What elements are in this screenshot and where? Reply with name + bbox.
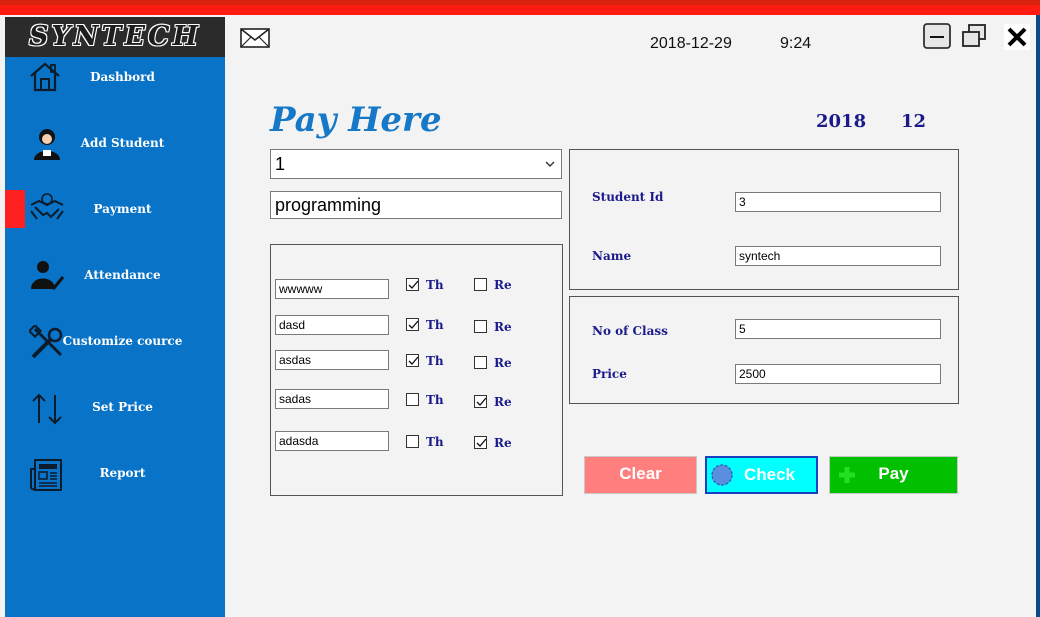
class-name-input[interactable]	[275, 315, 389, 335]
pay-button-label: Pay	[878, 464, 909, 483]
th-checkbox[interactable]	[406, 354, 419, 367]
checkmark-icon	[408, 280, 419, 289]
current-date: 2018-12-29	[650, 35, 732, 52]
close-button[interactable]	[1003, 23, 1031, 51]
class-name-input[interactable]	[275, 279, 389, 299]
verified-badge-icon	[711, 464, 733, 486]
th-label: Th	[426, 393, 444, 407]
price-field[interactable]	[735, 364, 941, 384]
minimize-button[interactable]	[922, 23, 952, 49]
pay-button[interactable]: Pay	[829, 456, 958, 494]
mail-icon[interactable]	[240, 28, 270, 48]
checkmark-icon	[476, 438, 487, 447]
clear-button-label: Clear	[619, 464, 662, 483]
page-title: Pay Here	[270, 100, 442, 140]
th-label: Th	[426, 278, 444, 292]
month-label: 12	[901, 111, 927, 132]
top-red-strip-inner	[0, 0, 1040, 5]
check-button-label: Check	[743, 465, 796, 484]
student-select-value: 1	[275, 154, 286, 174]
sidebar-item-label: Set Price	[92, 400, 153, 414]
chevron-down-icon	[545, 161, 555, 167]
re-checkbox[interactable]	[474, 320, 487, 333]
sidebar-item-dashbord[interactable]: Dashbord	[5, 47, 225, 107]
no-of-class-label: No of Class	[592, 324, 668, 338]
sidebar-item-add-student[interactable]: Add Student	[5, 113, 225, 173]
sidebar-item-label: Dashbord	[90, 70, 155, 84]
check-button[interactable]: Check	[705, 456, 818, 494]
th-checkbox[interactable]	[406, 278, 419, 291]
th-checkbox[interactable]	[406, 435, 419, 448]
class-name-input[interactable]	[275, 431, 389, 451]
th-label: Th	[426, 354, 444, 368]
no-of-class-field[interactable]	[735, 319, 941, 339]
plus-icon	[839, 467, 855, 483]
payment-info-group	[569, 296, 959, 404]
sidebar-item-label: Report	[99, 466, 146, 480]
close-icon	[1004, 24, 1030, 50]
student-info-group	[569, 149, 959, 290]
clear-button[interactable]: Clear	[584, 456, 697, 494]
restore-icon	[962, 24, 986, 47]
checkmark-icon	[476, 397, 487, 406]
re-checkbox[interactable]	[474, 356, 487, 369]
th-checkbox[interactable]	[406, 318, 419, 331]
re-label: Re	[494, 356, 512, 370]
student-name-label: Name	[592, 249, 632, 263]
class-name-input[interactable]	[275, 350, 389, 370]
student-id-field[interactable]	[735, 192, 941, 212]
re-label: Re	[494, 320, 512, 334]
re-checkbox[interactable]	[474, 395, 487, 408]
home-icon	[27, 59, 63, 95]
sidebar-item-payment[interactable]: Payment	[5, 179, 225, 239]
sidebar-item-set-price[interactable]: Set Price	[5, 377, 225, 437]
th-checkbox[interactable]	[406, 393, 419, 406]
student-select[interactable]: 1	[270, 149, 562, 179]
student-id-label: Student Id	[592, 190, 664, 204]
re-label: Re	[494, 436, 512, 450]
re-label: Re	[494, 278, 512, 292]
student-name-field[interactable]	[735, 246, 941, 266]
restore-button[interactable]	[959, 23, 989, 49]
window-right-edge	[1036, 15, 1040, 617]
sidebar-item-report[interactable]: Report	[5, 443, 225, 503]
course-input[interactable]	[270, 191, 562, 219]
re-checkbox[interactable]	[474, 278, 487, 291]
sidebar-item-customize-cource[interactable]: Customize cource	[5, 311, 225, 371]
price-label: Price	[592, 367, 627, 381]
sidebar-item-label: Add Student	[80, 136, 165, 150]
checkmark-icon	[408, 356, 419, 365]
th-label: Th	[426, 318, 444, 332]
sidebar-item-label: Attendance	[84, 268, 161, 282]
class-name-input[interactable]	[275, 389, 389, 409]
minimize-icon	[923, 23, 951, 49]
re-checkbox[interactable]	[474, 436, 487, 449]
sidebar-item-attendance[interactable]: Attendance	[5, 245, 225, 305]
checkmark-icon	[408, 320, 419, 329]
re-label: Re	[494, 395, 512, 409]
sidebar-item-label: Customize cource	[62, 334, 183, 348]
sidebar-item-label: Payment	[93, 202, 152, 216]
th-label: Th	[426, 435, 444, 449]
year-label: 2018	[816, 111, 867, 132]
current-time: 9:24	[780, 35, 812, 52]
